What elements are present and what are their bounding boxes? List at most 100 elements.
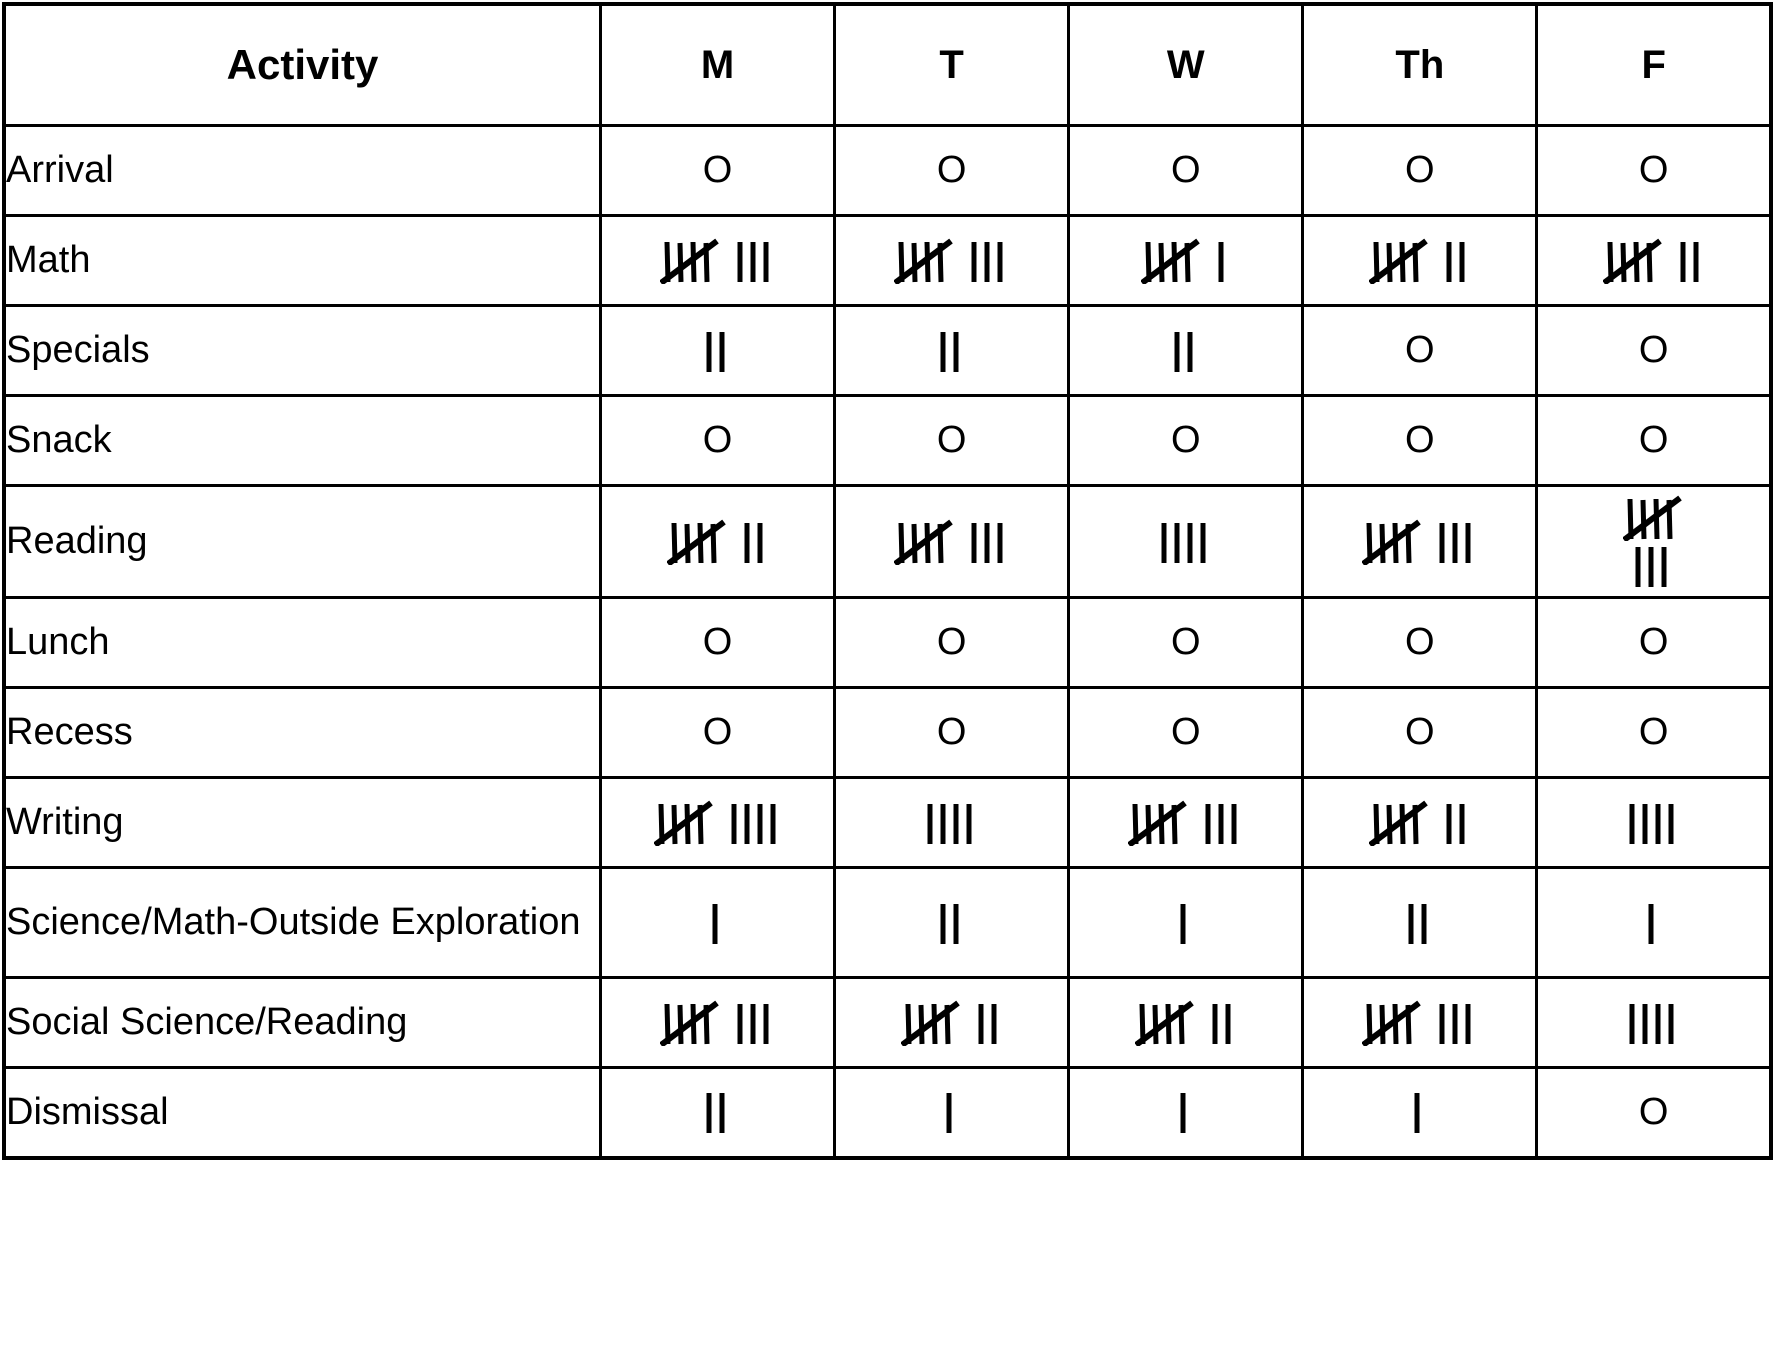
activity-label: Specials bbox=[4, 306, 601, 396]
zero-mark: O bbox=[1405, 329, 1435, 371]
cell-tuesday: O bbox=[835, 598, 1069, 688]
tally-single-marks bbox=[1634, 543, 1673, 589]
tally-single-marks bbox=[970, 238, 1009, 284]
cell-friday: O bbox=[1537, 396, 1771, 486]
tally-line bbox=[1647, 900, 1660, 946]
cell-monday: O bbox=[601, 396, 835, 486]
cell-tuesday: O bbox=[835, 396, 1069, 486]
tally-group-of-five bbox=[1135, 1000, 1197, 1046]
tally-line bbox=[1362, 1000, 1477, 1046]
cell-wednesday: O bbox=[1069, 598, 1303, 688]
zero-mark: O bbox=[1405, 149, 1435, 191]
tally-line bbox=[705, 328, 731, 374]
tally-single-marks bbox=[736, 1000, 775, 1046]
tally-line bbox=[1160, 519, 1212, 565]
tally-single-marks bbox=[730, 800, 782, 846]
zero-mark: O bbox=[703, 419, 733, 461]
cell-wednesday bbox=[1069, 486, 1303, 598]
table-row: Science/Math-Outside Exploration bbox=[4, 868, 1771, 978]
table-row: RecessOOOOO bbox=[4, 688, 1771, 778]
cell-friday: O bbox=[1537, 688, 1771, 778]
tally-marks bbox=[602, 328, 833, 374]
activity-label: Social Science/Reading bbox=[4, 978, 601, 1068]
cell-wednesday bbox=[1069, 216, 1303, 306]
zero-mark: O bbox=[937, 621, 967, 663]
cell-friday bbox=[1537, 778, 1771, 868]
cell-monday bbox=[601, 978, 835, 1068]
tally-single-marks bbox=[1179, 900, 1192, 946]
tally-marks bbox=[1304, 1000, 1535, 1046]
tally-group-of-five bbox=[1623, 495, 1685, 541]
tally-single-marks bbox=[743, 519, 769, 565]
tally-single-marks bbox=[1445, 238, 1471, 284]
column-header-activity: Activity bbox=[4, 4, 601, 126]
tally-group-of-five bbox=[667, 519, 729, 565]
cell-thursday bbox=[1303, 868, 1537, 978]
tally-group-of-five bbox=[660, 238, 722, 284]
tally-single-marks bbox=[711, 900, 724, 946]
tally-marks bbox=[1304, 238, 1535, 284]
cell-monday bbox=[601, 486, 835, 598]
cell-wednesday bbox=[1069, 306, 1303, 396]
cell-tuesday: O bbox=[835, 688, 1069, 778]
table-row: Writing bbox=[4, 778, 1771, 868]
tally-group-of-five bbox=[1128, 800, 1190, 846]
cell-friday bbox=[1537, 978, 1771, 1068]
cell-tuesday bbox=[835, 306, 1069, 396]
tally-single-marks bbox=[1679, 238, 1705, 284]
tally-marks bbox=[1070, 328, 1301, 374]
activity-label: Lunch bbox=[4, 598, 601, 688]
tally-line bbox=[1369, 800, 1471, 846]
tally-line bbox=[660, 1000, 775, 1046]
tally-line bbox=[894, 519, 1009, 565]
tally-line bbox=[1628, 800, 1680, 846]
tally-single-marks bbox=[736, 238, 775, 284]
cell-tuesday bbox=[835, 216, 1069, 306]
tally-marks bbox=[1070, 1089, 1301, 1135]
tally-marks bbox=[602, 238, 833, 284]
tally-single-marks bbox=[945, 1089, 958, 1135]
tally-group-of-five bbox=[894, 519, 956, 565]
tally-marks bbox=[836, 519, 1067, 565]
tally-line bbox=[1603, 238, 1705, 284]
activity-label: Snack bbox=[4, 396, 601, 486]
cell-thursday: O bbox=[1303, 688, 1537, 778]
column-header-monday: M bbox=[601, 4, 835, 126]
activity-label: Math bbox=[4, 216, 601, 306]
tally-marks bbox=[1538, 238, 1769, 284]
cell-friday: O bbox=[1537, 1068, 1771, 1158]
tally-single-marks bbox=[705, 328, 731, 374]
tally-line bbox=[926, 800, 978, 846]
tally-marks bbox=[836, 328, 1067, 374]
tally-group-of-five bbox=[654, 800, 716, 846]
tally-line bbox=[1369, 238, 1471, 284]
tally-line bbox=[654, 800, 782, 846]
zero-mark: O bbox=[1171, 621, 1201, 663]
activity-label: Arrival bbox=[4, 126, 601, 216]
tally-single-marks bbox=[1628, 800, 1680, 846]
cell-wednesday: O bbox=[1069, 396, 1303, 486]
tally-marks bbox=[602, 1089, 833, 1135]
tally-single-marks bbox=[1647, 900, 1660, 946]
cell-tuesday bbox=[835, 486, 1069, 598]
tally-marks bbox=[1070, 900, 1301, 946]
zero-mark: O bbox=[703, 621, 733, 663]
cell-thursday bbox=[1303, 216, 1537, 306]
tally-line bbox=[711, 900, 724, 946]
cell-friday bbox=[1537, 216, 1771, 306]
tally-line bbox=[1179, 1089, 1192, 1135]
tally-line bbox=[939, 328, 965, 374]
table-row: DismissalO bbox=[4, 1068, 1771, 1158]
tally-marks bbox=[1070, 519, 1301, 565]
column-header-tuesday: T bbox=[835, 4, 1069, 126]
cell-tuesday bbox=[835, 778, 1069, 868]
activity-label: Writing bbox=[4, 778, 601, 868]
tally-line bbox=[1634, 543, 1673, 589]
tally-line bbox=[1173, 328, 1199, 374]
zero-mark: O bbox=[1171, 711, 1201, 753]
cell-monday bbox=[601, 868, 835, 978]
tally-line bbox=[660, 238, 775, 284]
cell-wednesday bbox=[1069, 868, 1303, 978]
tally-marks bbox=[836, 1000, 1067, 1046]
tally-single-marks bbox=[1179, 1089, 1192, 1135]
